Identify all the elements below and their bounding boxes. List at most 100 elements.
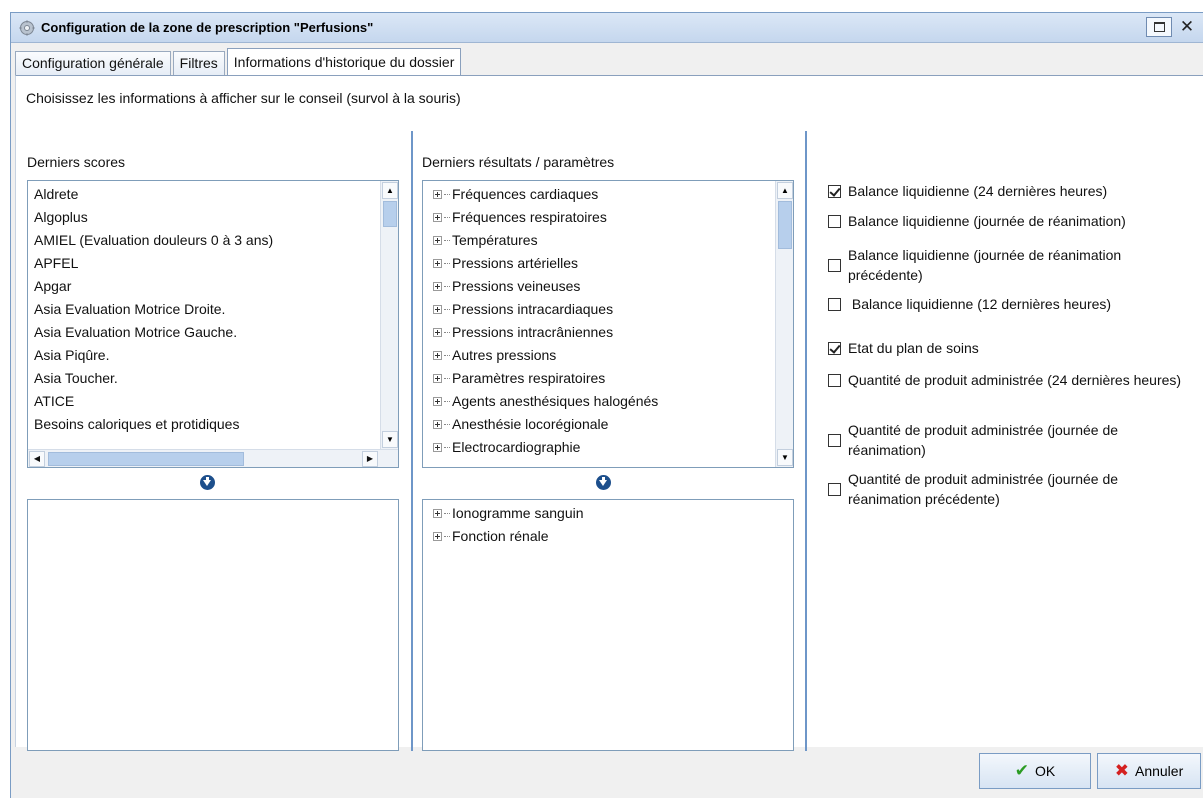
tree-item[interactable]: Pressions veineuses (423, 275, 793, 298)
tree-item[interactable]: Fonction rénale (423, 525, 793, 548)
tree-item[interactable]: Pressions artérielles (423, 252, 793, 275)
horizontal-scrollbar[interactable]: ◀ ▶ (28, 449, 398, 467)
list-item[interactable]: APFEL (28, 252, 398, 275)
option-checkbox-row[interactable]: Quantité de produit administrée (journée… (828, 469, 1188, 509)
tree-item-label: Agents anesthésiques halogénés (452, 393, 659, 409)
checkbox[interactable] (828, 184, 841, 198)
option-checkbox-row[interactable]: Balance liquidienne (12 dernières heures… (828, 294, 1188, 314)
option-checkbox-row[interactable]: Balance liquidienne (journée de réanimat… (828, 211, 1188, 231)
scroll-thumb[interactable] (48, 452, 244, 466)
scroll-thumb[interactable] (383, 201, 397, 227)
tree-connector (444, 401, 450, 402)
checkbox-label: Balance liquidienne (journée de réanimat… (848, 247, 1126, 283)
scroll-right-icon[interactable]: ▶ (362, 451, 378, 467)
tab-filters[interactable]: Filtres (172, 51, 225, 75)
gear-icon (19, 20, 35, 36)
vertical-scrollbar[interactable]: ▲ ▼ (380, 181, 398, 449)
tree-item[interactable]: Ionogramme sanguin (423, 502, 793, 525)
window-title: Configuration de la zone de prescription… (41, 20, 374, 35)
checkbox[interactable] (828, 258, 841, 272)
list-item[interactable]: Asia Evaluation Motrice Droite. (28, 298, 398, 321)
vertical-scrollbar[interactable]: ▲ ▼ (775, 181, 793, 467)
scroll-up-icon[interactable]: ▲ (382, 182, 398, 199)
checkbox[interactable] (828, 433, 841, 447)
scores-selected-list[interactable] (27, 499, 399, 751)
checkbox-label: Balance liquidienne (12 dernières heures… (848, 296, 1112, 312)
cancel-button[interactable]: ✖ Annuler (1097, 753, 1201, 789)
maximize-icon (1153, 22, 1165, 32)
tree-item-label: Ionogramme sanguin (452, 505, 584, 521)
expand-icon[interactable] (433, 374, 442, 383)
option-checkbox-row[interactable]: Etat du plan de soins (828, 338, 1188, 358)
expand-icon[interactable] (433, 259, 442, 268)
tree-item[interactable]: Agents anesthésiques halogénés (423, 390, 793, 413)
tree-item[interactable]: Températures (423, 229, 793, 252)
scroll-down-icon[interactable]: ▼ (777, 449, 793, 466)
list-item[interactable]: Asia Evaluation Motrice Gauche. (28, 321, 398, 344)
list-item[interactable]: Asia Toucher. (28, 367, 398, 390)
results-available-tree[interactable]: Fréquences cardiaques Fréquences respirat… (422, 180, 794, 468)
tree-item[interactable]: Fréquences cardiaques (423, 183, 793, 206)
list-item[interactable]: AMIEL (Evaluation douleurs 0 à 3 ans) (28, 229, 398, 252)
close-button[interactable]: ✕ (1174, 17, 1200, 37)
tree-item-label: Anesthésie locorégionale (452, 416, 609, 432)
expand-icon[interactable] (433, 443, 442, 452)
scores-available-list[interactable]: Aldrete Algoplus AMIEL (Evaluation douleur… (27, 180, 399, 468)
option-checkbox-row[interactable]: Quantité de produit administrée (journée… (828, 420, 1188, 460)
expand-icon[interactable] (433, 420, 442, 429)
checkbox[interactable] (828, 214, 841, 228)
expand-icon[interactable] (433, 213, 442, 222)
results-title: Derniers résultats / paramètres (422, 154, 615, 170)
checkbox[interactable] (828, 373, 841, 387)
tree-item[interactable]: Pressions intracardiaques (423, 298, 793, 321)
checkbox-label: Quantité de produit administrée (journée… (848, 422, 1122, 458)
expand-icon[interactable] (433, 532, 442, 541)
tree-connector (444, 309, 450, 310)
results-selected-tree[interactable]: Ionogramme sanguin Fonction rénale (422, 499, 794, 751)
checkbox[interactable] (828, 297, 841, 311)
tree-item[interactable]: Pressions intracrâniennes (423, 321, 793, 344)
tree-item[interactable]: Anesthésie locorégionale (423, 413, 793, 436)
list-item[interactable]: ATICE (28, 390, 398, 413)
checkbox[interactable] (828, 341, 841, 355)
tree-connector (444, 194, 450, 195)
tree-item[interactable]: Autres pressions (423, 344, 793, 367)
list-item[interactable]: Algoplus (28, 206, 398, 229)
expand-icon[interactable] (433, 305, 442, 314)
scroll-thumb[interactable] (778, 201, 792, 249)
tree-item[interactable]: Fréquences respiratoires (423, 206, 793, 229)
list-item[interactable]: Aldrete (28, 183, 398, 206)
expand-icon[interactable] (433, 236, 442, 245)
tree-connector (444, 263, 450, 264)
tree-connector (444, 536, 450, 537)
add-result-down-icon[interactable] (596, 475, 611, 490)
ok-button[interactable]: ✔ OK (979, 753, 1091, 789)
scroll-up-icon[interactable]: ▲ (777, 182, 793, 199)
expand-icon[interactable] (433, 397, 442, 406)
expand-icon[interactable] (433, 509, 442, 518)
tree-item[interactable]: Electrocardiographie (423, 436, 793, 459)
expand-icon[interactable] (433, 282, 442, 291)
list-item[interactable]: Apgar (28, 275, 398, 298)
tree-connector (444, 447, 450, 448)
column-separator (805, 131, 807, 751)
tree-item[interactable]: Paramètres respiratoires (423, 367, 793, 390)
add-score-down-icon[interactable] (200, 475, 215, 490)
checkbox[interactable] (828, 482, 841, 496)
scroll-down-icon[interactable]: ▼ (382, 431, 398, 448)
option-checkbox-row[interactable]: Balance liquidienne (24 dernières heures… (828, 181, 1188, 201)
list-item[interactable]: Asia Piqûre. (28, 344, 398, 367)
tab-strip: Configuration générale Filtres Informati… (15, 48, 463, 75)
option-checkbox-row[interactable]: Balance liquidienne (journée de réanimat… (828, 245, 1188, 285)
expand-icon[interactable] (433, 351, 442, 360)
expand-icon[interactable] (433, 190, 442, 199)
tab-general-config[interactable]: Configuration générale (15, 51, 171, 75)
tab-record-history[interactable]: Informations d'historique du dossier (226, 48, 462, 75)
scroll-left-icon[interactable]: ◀ (29, 451, 45, 467)
maximize-button[interactable] (1146, 17, 1172, 37)
close-icon: ✕ (1179, 17, 1195, 36)
tree-connector (444, 513, 450, 514)
list-item[interactable]: Besoins caloriques et protidiques (28, 413, 398, 436)
option-checkbox-row[interactable]: Quantité de produit administrée (24 dern… (828, 370, 1188, 390)
expand-icon[interactable] (433, 328, 442, 337)
